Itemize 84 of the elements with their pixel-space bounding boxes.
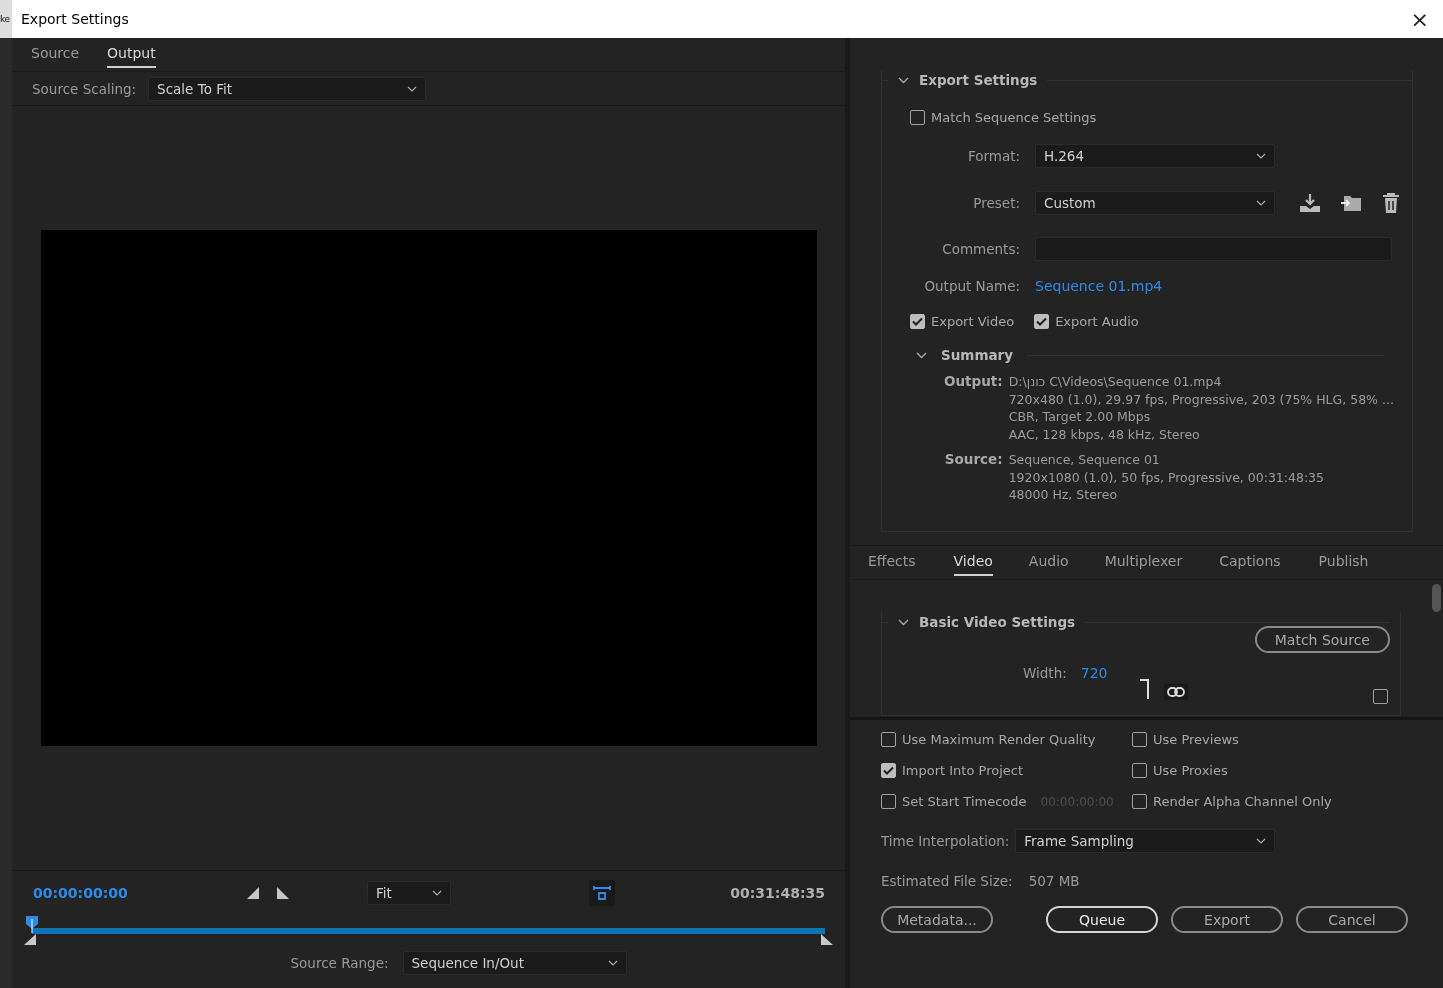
field-label: Output Name: xyxy=(923,278,1020,294)
field-label: Estimated File Size: xyxy=(881,873,1013,889)
file-size-value: 507 MB xyxy=(1028,873,1080,889)
checkbox[interactable] xyxy=(1034,314,1050,329)
dropdown[interactable]: Scale To Fit xyxy=(148,76,427,101)
summary-line: 48000 Hz, Stereo xyxy=(1008,486,1119,504)
current-timecode[interactable]: 00:00:00:00 xyxy=(33,885,128,901)
link-bracket-icon xyxy=(1140,679,1150,699)
field-label: Comments: xyxy=(941,241,1020,257)
caret-icon xyxy=(1256,200,1266,206)
dialog-button[interactable]: Metadata... xyxy=(881,906,993,933)
checkbox-label[interactable]: Use Previews xyxy=(1132,732,1239,747)
checkbox[interactable] xyxy=(910,314,925,329)
chevron-icon[interactable] xyxy=(916,351,927,359)
zoom-dropdown[interactable]: Fit xyxy=(367,881,451,905)
section-title: Basic Video Settings xyxy=(919,614,1076,630)
timeline-track[interactable] xyxy=(24,915,833,945)
playhead[interactable] xyxy=(25,915,39,933)
checkbox[interactable] xyxy=(910,110,925,125)
close-button[interactable]: × xyxy=(1404,6,1435,32)
summary-line: CBR, Target 2.00 Mbps xyxy=(1008,408,1152,426)
width-value[interactable]: 720 xyxy=(1080,665,1108,681)
field-label: Preset: xyxy=(972,195,1020,211)
checkbox[interactable] xyxy=(881,794,896,809)
checkbox[interactable] xyxy=(1132,794,1147,809)
tab[interactable]: Source xyxy=(31,41,80,68)
checkbox-label[interactable]: Use Maximum Render Quality xyxy=(881,732,1096,747)
dropdown[interactable]: H.264 xyxy=(1035,144,1275,168)
tab[interactable]: Audio xyxy=(1028,549,1069,576)
duration-timecode: 00:31:48:35 xyxy=(730,885,825,901)
checkbox-label[interactable]: Import Into Project xyxy=(881,763,1023,778)
chevron-icon[interactable] xyxy=(898,76,909,84)
checkbox-label[interactable]: Match Sequence Settings xyxy=(910,110,1412,125)
tab[interactable]: Video xyxy=(953,549,993,576)
section-title: Export Settings xyxy=(919,72,1038,88)
tab[interactable]: Captions xyxy=(1219,549,1281,576)
summary-label: Source: xyxy=(944,451,1003,469)
aspect-toggle-icon[interactable] xyxy=(589,880,615,906)
tab[interactable]: Publish xyxy=(1318,549,1369,576)
checkbox[interactable] xyxy=(881,732,896,747)
dropdown[interactable]: Frame Sampling xyxy=(1015,829,1276,853)
checkbox-label[interactable]: Use Proxies xyxy=(1132,763,1228,778)
summary-line: 1920x1080 (1.0), 50 fps, Progressive, 00:31:48:35 xyxy=(1008,468,1326,486)
section-title: Summary xyxy=(941,347,1014,363)
dropdown[interactable]: Custom xyxy=(1035,191,1275,215)
checkbox[interactable] xyxy=(1132,732,1147,747)
window-title: Export Settings xyxy=(21,11,129,27)
caret-icon xyxy=(607,960,618,966)
dialog-button[interactable]: Queue xyxy=(1046,906,1158,933)
output-name-link[interactable]: Sequence 01.mp4 xyxy=(1035,278,1412,294)
field-label: Width: xyxy=(1023,665,1067,681)
summary-line: AAC, 128 kbps, 48 kHz, Stereo xyxy=(1008,425,1201,443)
caret-icon xyxy=(432,890,442,896)
checkbox-label[interactable]: Render Alpha Channel Only xyxy=(1132,794,1332,809)
in-point-icon[interactable] xyxy=(24,934,36,945)
field-label: Time Interpolation: xyxy=(881,833,1010,849)
dialog-button[interactable]: Export xyxy=(1171,906,1283,933)
tab[interactable]: Output xyxy=(107,41,156,68)
field-label: Source Scaling: xyxy=(32,80,137,97)
checkbox-label[interactable]: Export Audio xyxy=(1034,314,1139,329)
summary-line: 720x480 (1.0), 29.97 fps, Progressive, 203 (75% HLG, 58% ... xyxy=(1008,390,1395,408)
summary-line: D:\כונן C\Videos\Sequence 01.mp4 xyxy=(1008,373,1223,391)
background-window-text: ke xyxy=(0,0,12,38)
caret-icon xyxy=(1256,153,1266,159)
field-label: Source Range: xyxy=(290,955,389,971)
chevron-icon[interactable] xyxy=(898,618,909,626)
caret-icon xyxy=(1256,838,1267,844)
field-label: Format: xyxy=(966,148,1020,164)
summary-line: Sequence, Sequence 01 xyxy=(1008,451,1161,469)
tab[interactable]: Effects xyxy=(868,549,916,576)
dropdown[interactable]: Sequence In/Out xyxy=(402,951,627,975)
summary-label: Output: xyxy=(944,373,1003,391)
match-source-button[interactable]: Match Source xyxy=(1254,626,1390,653)
checkbox-label[interactable]: Set Start Timecode xyxy=(881,794,1027,809)
checkbox[interactable] xyxy=(1132,763,1147,778)
checkbox-label[interactable]: Export Video xyxy=(910,314,1015,329)
checkbox[interactable] xyxy=(1373,689,1388,704)
tab[interactable]: Multiplexer xyxy=(1104,549,1183,576)
out-point-icon[interactable] xyxy=(821,934,833,945)
checkbox[interactable] xyxy=(881,763,896,778)
dialog-button[interactable]: Cancel xyxy=(1296,906,1408,933)
caret-icon xyxy=(407,85,418,92)
scrollbar[interactable] xyxy=(1432,584,1441,612)
link-icon[interactable] xyxy=(1164,684,1188,700)
